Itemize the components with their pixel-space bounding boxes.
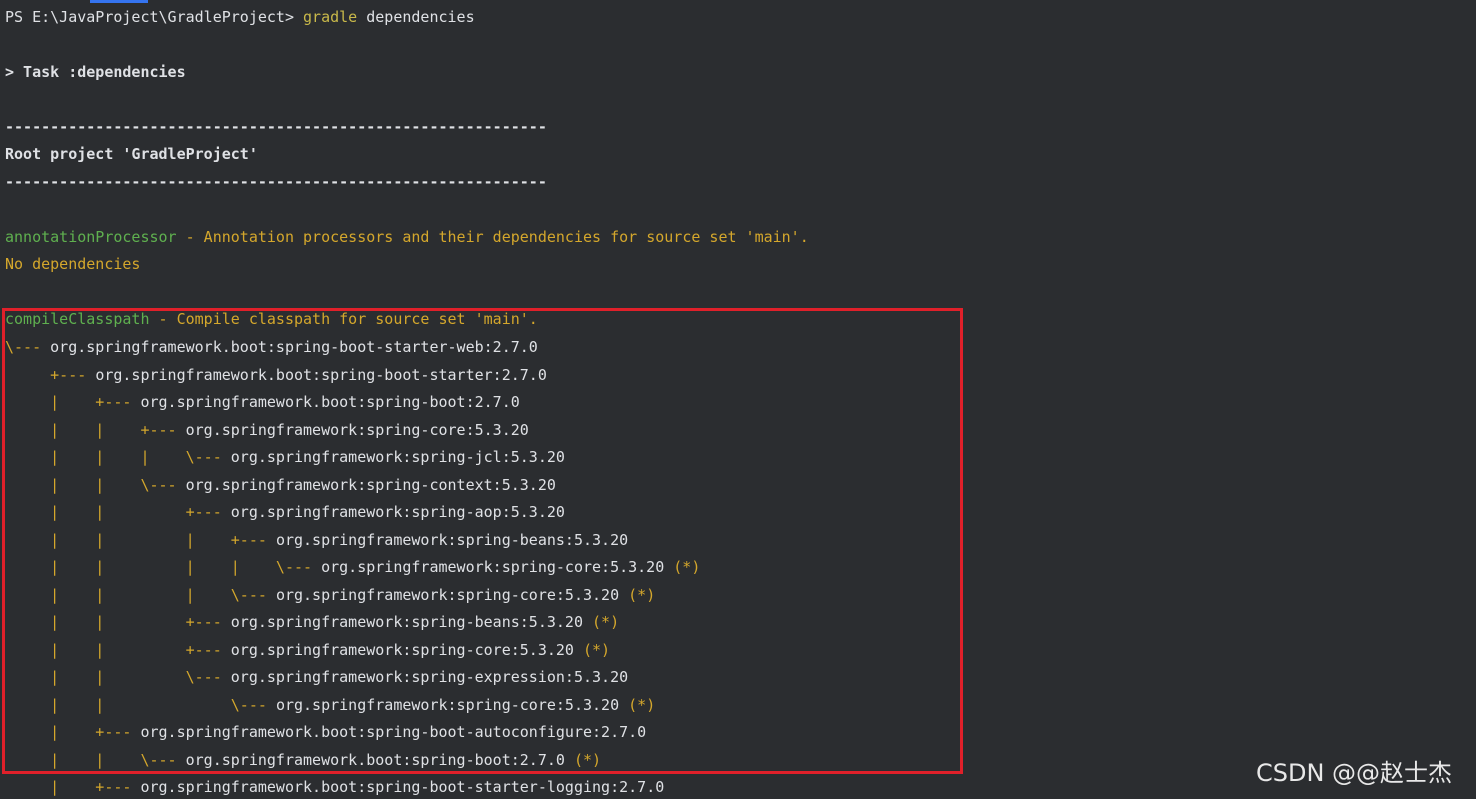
active-tab-indicator (90, 0, 148, 3)
tree-row: | +--- org.springframework.boot:spring-b… (5, 777, 664, 797)
command-name: gradle (303, 8, 358, 26)
watermark: CSDN @@赵士杰 (1256, 759, 1453, 787)
prompt-path: PS E:\JavaProject\GradleProject> (5, 8, 304, 26)
separator-top: ----------------------------------------… (5, 118, 547, 136)
dependency-coordinate: org.springframework.boot:spring-boot-sta… (140, 778, 665, 796)
task-line: > Task :dependencies (5, 63, 186, 81)
highlight-box (2, 308, 963, 774)
root-project-title: Root project 'GradleProject' (5, 145, 258, 163)
terminal-window[interactable]: PS E:\JavaProject\GradleProject> gradle … (0, 0, 1476, 799)
annotation-no-deps: No dependencies (5, 255, 141, 273)
prompt-line: PS E:\JavaProject\GradleProject> gradle … (5, 7, 475, 27)
separator-bottom: ----------------------------------------… (5, 173, 547, 191)
tree-prefix: | +--- (5, 778, 141, 796)
annotation-config-name: annotationProcessor (5, 228, 177, 246)
command-args: dependencies (357, 8, 475, 26)
annotation-config-line: annotationProcessor - Annotation process… (5, 227, 809, 247)
annotation-config-desc: - Annotation processors and their depend… (176, 228, 809, 246)
